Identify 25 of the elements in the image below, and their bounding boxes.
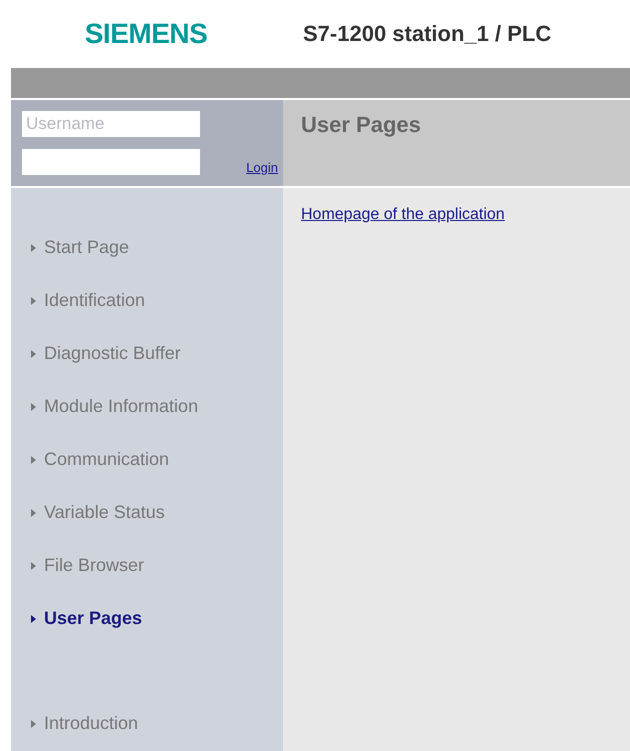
station-title: S7-1200 station_1 / PLC xyxy=(303,21,552,47)
nav-item[interactable]: Communication xyxy=(11,433,283,486)
username-field[interactable]: Username xyxy=(22,111,200,137)
nav-item[interactable]: Identification xyxy=(11,274,283,327)
nav-item[interactable]: Module Information xyxy=(11,380,283,433)
logo: SIEMENS xyxy=(84,18,208,50)
nav-item[interactable]: File Browser xyxy=(11,539,283,592)
nav-item[interactable]: Introduction xyxy=(11,697,283,750)
triangle-icon xyxy=(31,402,36,410)
triangle-icon xyxy=(31,614,36,622)
triangle-icon xyxy=(31,296,36,304)
nav-item[interactable]: Start Page xyxy=(11,221,283,274)
nav-item[interactable]: User Pages xyxy=(11,592,283,645)
triangle-icon xyxy=(31,508,36,516)
nav-item[interactable]: Variable Status xyxy=(11,486,283,539)
triangle-icon xyxy=(31,562,36,570)
triangle-icon xyxy=(31,456,36,464)
nav-item[interactable]: Diagnostic Buffer xyxy=(11,327,283,380)
homepage-link[interactable]: Homepage of the application xyxy=(301,206,505,223)
triangle-icon xyxy=(31,350,36,358)
login-link[interactable]: Login xyxy=(246,160,278,175)
triangle-icon xyxy=(31,244,36,252)
triangle-icon xyxy=(31,720,36,728)
password-field[interactable] xyxy=(22,149,200,175)
page-title: User Pages xyxy=(301,112,421,137)
